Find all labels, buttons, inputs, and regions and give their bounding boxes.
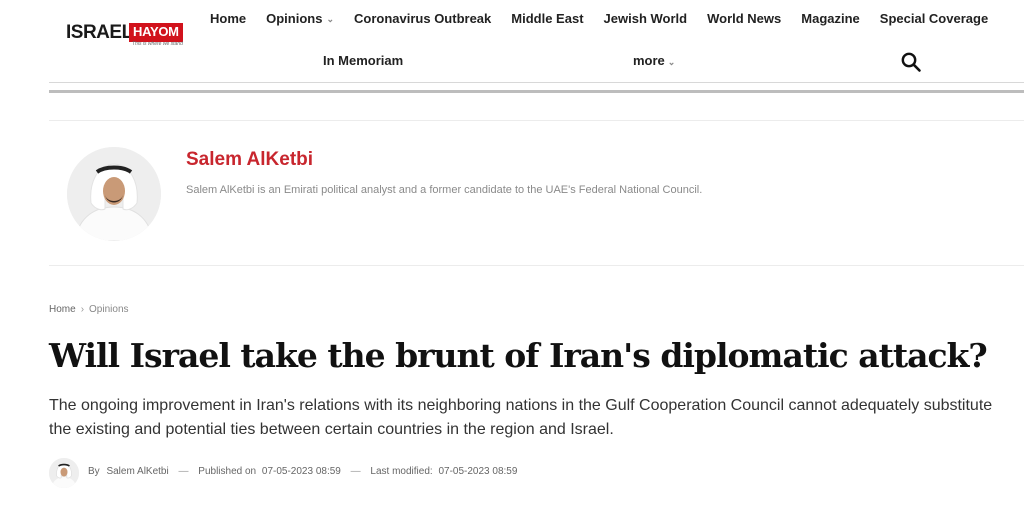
main-nav: Home Opinions ⌄ Coronavirus Outbreak Midd… [210, 10, 1008, 28]
chevron-right-icon: › [80, 304, 85, 315]
nav-more[interactable]: more ⌄ [633, 53, 675, 70]
nav-coronavirus-outbreak[interactable]: Coronavirus Outbreak [354, 10, 491, 28]
header-divider-thick [49, 90, 1024, 93]
nav-in-memoriam[interactable]: In Memoriam [323, 53, 403, 69]
chevron-down-icon: ⌄ [667, 57, 676, 67]
nav-middle-east[interactable]: Middle East [511, 10, 583, 28]
breadcrumb-home[interactable]: Home [49, 304, 76, 315]
nav-special-coverage[interactable]: Special Coverage [880, 10, 988, 28]
byline-by: By [88, 466, 100, 477]
nav-jewish-world[interactable]: Jewish World [604, 10, 688, 28]
header-divider [49, 82, 1024, 83]
published-label: Published on [198, 466, 257, 477]
byline-separator: — [178, 466, 189, 477]
author-name[interactable]: Salem AlKetbi [186, 149, 313, 171]
byline-separator: — [350, 466, 361, 477]
byline-avatar[interactable] [49, 458, 79, 488]
article-dek: The ongoing improvement in Iran's relati… [49, 397, 993, 438]
logo-tagline: This is where we stand [132, 41, 183, 47]
nav-world-news[interactable]: World News [707, 10, 781, 28]
byline-author[interactable]: Salem AlKetbi [106, 466, 168, 477]
breadcrumb-opinions[interactable]: Opinions [89, 304, 128, 315]
author-avatar[interactable] [67, 147, 161, 241]
published-date: 07-05-2023 08:59 [261, 466, 341, 477]
nav-opinions[interactable]: Opinions ⌄ [266, 10, 334, 28]
nav-home[interactable]: Home [210, 10, 246, 28]
chevron-down-icon: ⌄ [326, 14, 335, 24]
modified-date: 07-05-2023 08:59 [438, 466, 518, 477]
nav-magazine[interactable]: Magazine [801, 10, 860, 28]
site-logo[interactable]: ISRAEL HAYOM This is where we stand [66, 22, 196, 48]
breadcrumb: Home › Opinions [49, 304, 129, 315]
author-bio: Salem AlKetbi is an Emirati political an… [186, 184, 703, 196]
logo-word-israel: ISRAEL [66, 22, 133, 43]
modified-label: Last modified: [370, 466, 433, 477]
article-byline: By Salem AlKetbi — Published on 07-05-20… [88, 466, 517, 477]
author-box-bottom-border [49, 265, 1024, 266]
logo-word-hayom: HAYOM [129, 23, 183, 42]
search-icon[interactable] [900, 51, 922, 73]
author-box-top-border [49, 120, 1024, 121]
article-headline: Will Israel take the brunt of Iran's dip… [49, 336, 988, 375]
